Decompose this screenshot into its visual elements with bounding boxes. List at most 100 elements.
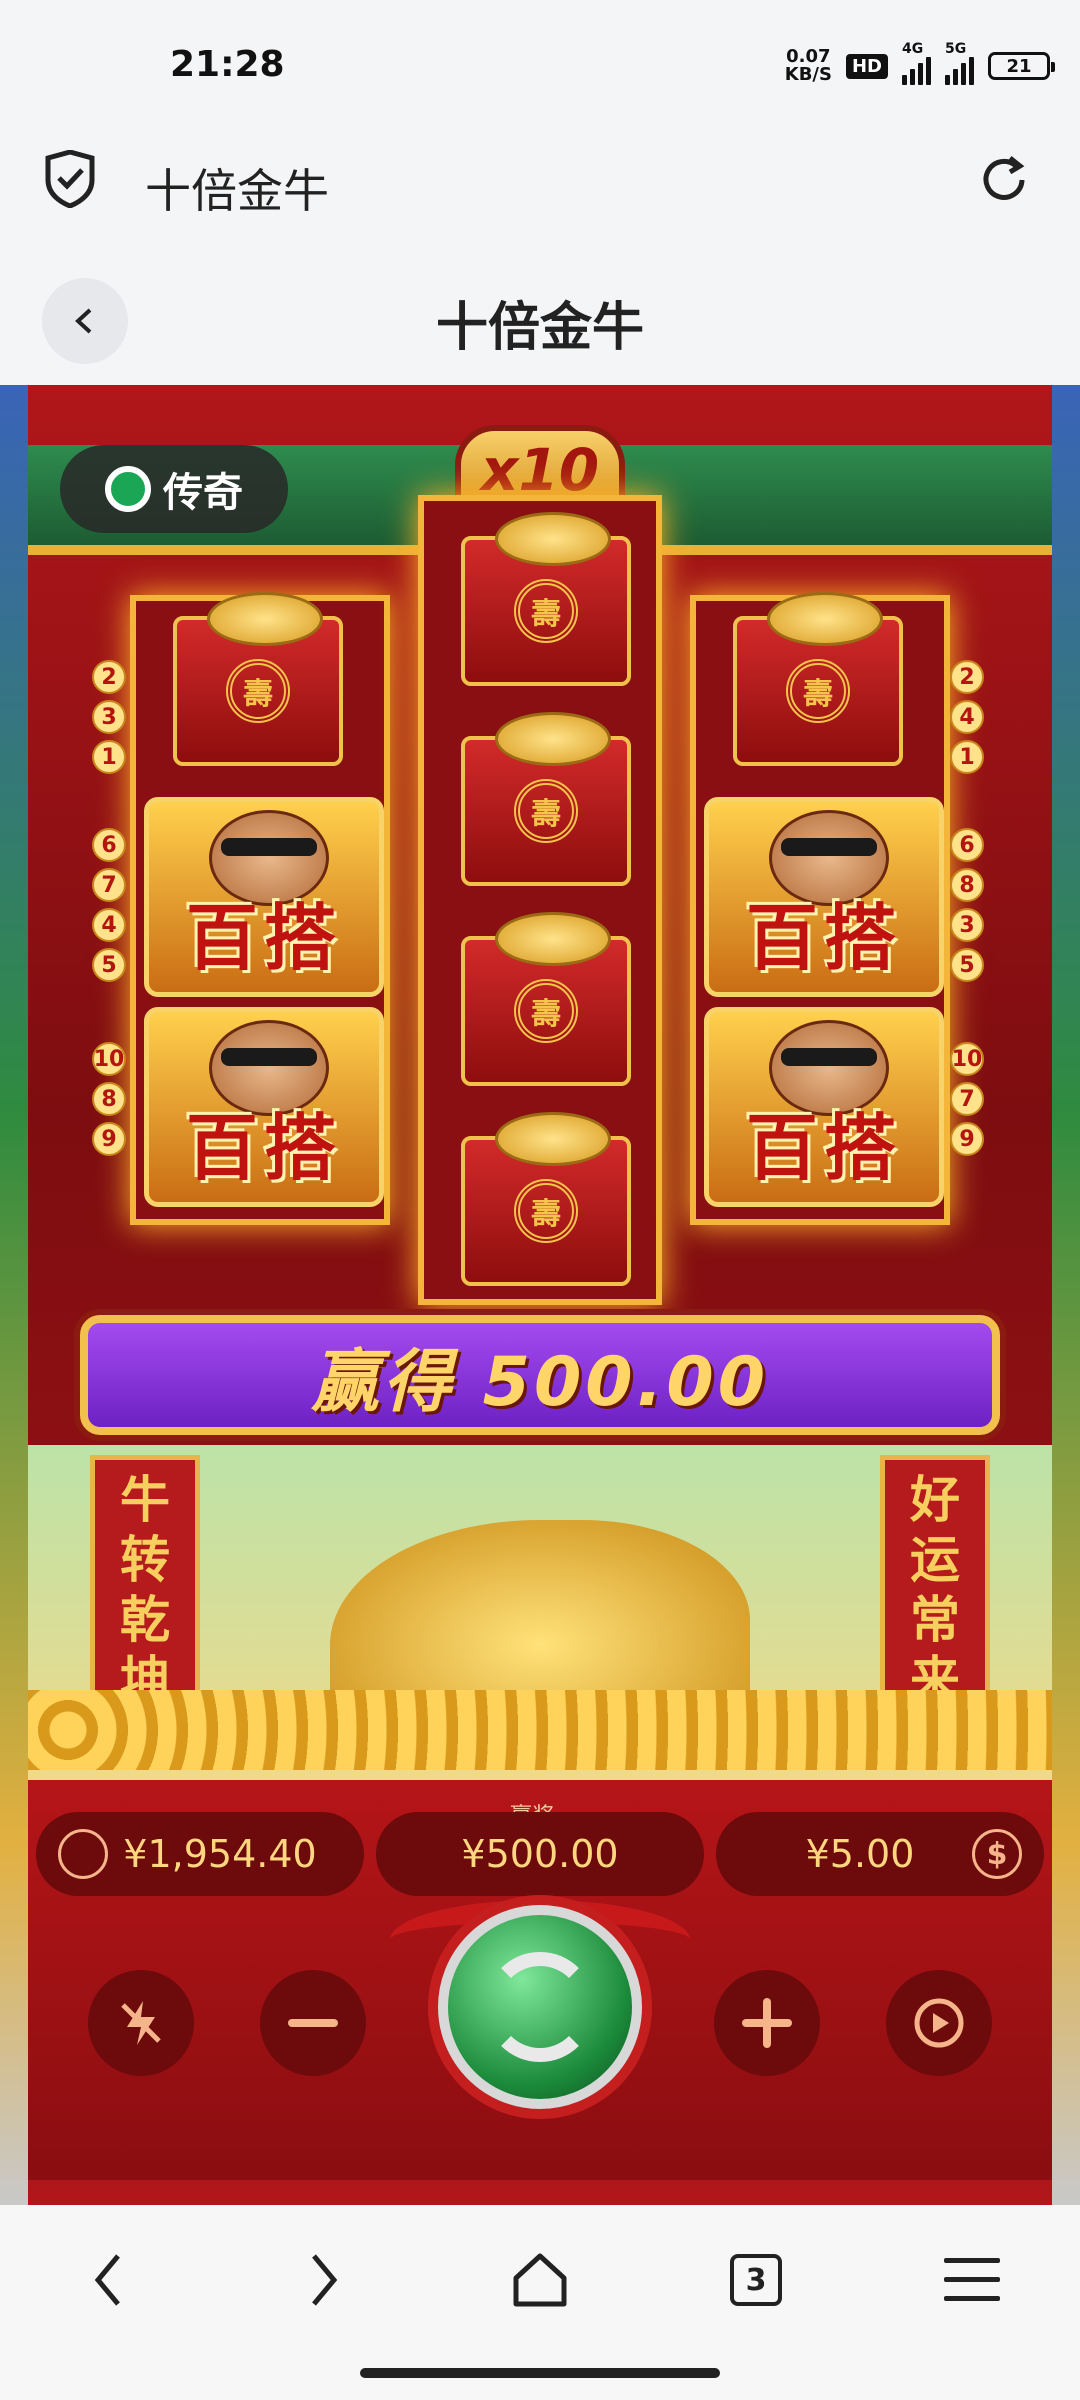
envelope-emblem: 壽 [514, 779, 578, 843]
couplet-char: 运 [910, 1531, 960, 1589]
status-icons: 0.07 KB/S HD 4G 5G 21 [785, 41, 1055, 86]
autoplay-icon [914, 1998, 964, 2048]
reload-icon[interactable] [976, 152, 1032, 212]
increase-bet-button[interactable] [714, 1970, 820, 2076]
couplet-right: 好 运 常 来 [880, 1455, 990, 1725]
couplet-left: 牛 转 乾 坤 [90, 1455, 200, 1725]
payline-number: 9 [950, 1122, 984, 1156]
network-speed: 0.07 KB/S [785, 48, 832, 84]
chevron-left-icon [94, 2254, 120, 2306]
tab-count: 3 [730, 2254, 782, 2306]
payline-number: 10 [92, 1042, 126, 1076]
provider-logo-text: 传奇 [163, 470, 243, 516]
envelope-emblem: 壽 [786, 659, 850, 723]
payline-number: 8 [950, 868, 984, 902]
bet-value: ¥5.00 [805, 1832, 915, 1876]
clock: 21:28 [170, 44, 285, 85]
win-amount-display: ¥500.00 [376, 1812, 704, 1896]
home-button[interactable] [500, 2240, 580, 2320]
payline-number: 3 [950, 908, 984, 942]
address-title[interactable]: 十倍金牛 [145, 155, 329, 221]
tabs-button[interactable]: 3 [716, 2240, 796, 2320]
spin-arrows-icon [485, 1952, 595, 2062]
symbol-red-envelope: 壽 [434, 1112, 658, 1301]
wild-label: 百搭 [185, 896, 342, 980]
paylines-left-mid: 6 7 4 5 [92, 828, 128, 982]
win-amount-value: ¥500.00 [461, 1832, 619, 1876]
coin-icon[interactable]: $ [972, 1829, 1022, 1879]
paylines-right-bottom: 10 7 9 [950, 1042, 986, 1156]
payline-number: 2 [92, 660, 126, 694]
plus-icon [742, 1998, 792, 2048]
couplet-char: 好 [910, 1471, 960, 1529]
payline-number: 6 [950, 828, 984, 862]
symbol-wild-bull: 百搭 [144, 1007, 384, 1207]
envelope-emblem: 壽 [226, 659, 290, 723]
symbol-red-envelope: 壽 [146, 592, 370, 781]
signal-4g-icon: 4G [902, 41, 931, 85]
decrease-bet-button[interactable] [260, 1970, 366, 2076]
lightning-off-icon [121, 2001, 161, 2045]
envelope-emblem: 壽 [514, 979, 578, 1043]
symbol-wild-bull: 百搭 [704, 1007, 944, 1207]
gold-ingots [28, 1690, 1052, 1770]
reel-left: 壽 百搭 百搭 [130, 592, 390, 1225]
payline-number: 7 [950, 1082, 984, 1116]
forward-nav-button[interactable] [284, 2240, 364, 2320]
back-nav-button[interactable] [68, 2240, 148, 2320]
paylines-left-bottom: 10 8 9 [92, 1042, 128, 1156]
network-speed-unit: KB/S [784, 64, 832, 85]
hamburger-menu-icon [944, 2258, 1000, 2301]
wild-label: 百搭 [745, 1106, 902, 1190]
autoplay-button[interactable] [886, 1970, 992, 2076]
reel-right: 壽 百搭 百搭 [690, 592, 950, 1225]
chevron-right-icon [312, 2254, 338, 2306]
reel-middle: 壽 壽 壽 壽 [418, 495, 662, 1305]
shield-icon[interactable] [44, 149, 96, 212]
battery-icon: 21 [988, 52, 1055, 80]
payline-number: 2 [950, 660, 984, 694]
signal-5g-label: 5G [945, 41, 967, 57]
payline-number: 8 [92, 1082, 126, 1116]
win-banner: 赢得 500.00 [80, 1315, 1000, 1435]
signal-4g-label: 4G [902, 41, 924, 57]
symbol-red-envelope: 壽 [434, 712, 658, 901]
couplet-char: 常 [910, 1591, 960, 1649]
provider-logo-icon [105, 466, 151, 512]
paylines-right-mid: 6 8 3 5 [950, 828, 986, 982]
payline-number: 4 [92, 908, 126, 942]
payline-number: 9 [92, 1122, 126, 1156]
payline-number: 1 [950, 740, 984, 774]
win-banner-text: 赢得 500.00 [310, 1342, 770, 1422]
game-edge-left [0, 385, 28, 2205]
payline-number: 6 [92, 828, 126, 862]
hd-icon: HD [845, 53, 888, 79]
wild-label: 百搭 [185, 1106, 342, 1190]
status-bar: 21:28 0.07 KB/S HD 4G 5G 21 [0, 0, 1080, 120]
envelope-emblem: 壽 [514, 1179, 578, 1243]
couplet-char: 转 [120, 1531, 170, 1589]
account-icon[interactable] [58, 1829, 108, 1879]
payline-number: 10 [950, 1042, 984, 1076]
menu-button[interactable] [932, 2240, 1012, 2320]
envelope-emblem: 壽 [514, 579, 578, 643]
symbol-red-envelope: 壽 [434, 912, 658, 1101]
paylines-right-top: 2 4 1 [950, 660, 986, 774]
provider-logo: 传奇 [60, 445, 288, 533]
balance-value: ¥1,954.40 [123, 1832, 317, 1876]
wild-label: 百搭 [745, 896, 902, 980]
spin-button[interactable] [438, 1905, 642, 2109]
turbo-off-button[interactable] [88, 1970, 194, 2076]
page-title: 十倍金牛 [435, 298, 644, 358]
signal-5g-icon: 5G [945, 41, 974, 85]
payline-number: 1 [92, 740, 126, 774]
gesture-bar[interactable] [360, 2368, 720, 2378]
symbol-red-envelope: 壽 [706, 592, 930, 781]
symbol-wild-bull: 百搭 [704, 797, 944, 997]
home-icon [513, 2253, 567, 2307]
paylines-left-top: 2 3 1 [92, 660, 128, 774]
payline-number: 4 [950, 700, 984, 734]
minus-icon [288, 2019, 338, 2027]
payline-number: 3 [92, 700, 126, 734]
payline-number: 5 [950, 948, 984, 982]
